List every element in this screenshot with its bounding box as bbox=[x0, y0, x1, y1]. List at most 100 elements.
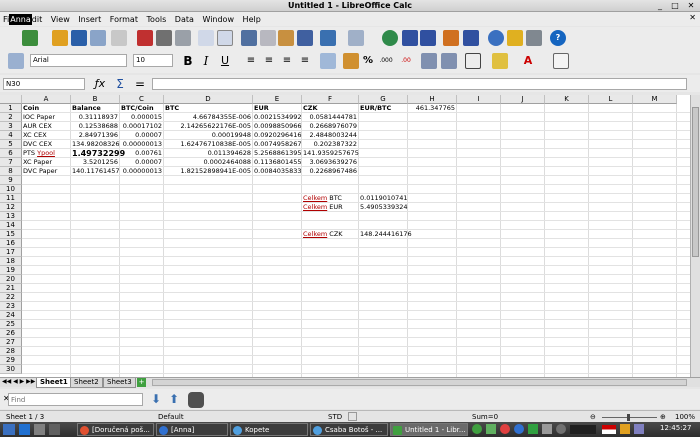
cell-f3[interactable]: 0.2668976079 bbox=[303, 122, 357, 131]
cell-a6[interactable]: PTS Ypool bbox=[23, 149, 69, 158]
horizontal-scrollbar[interactable] bbox=[152, 379, 687, 386]
cell-c1[interactable]: BTC/Coin bbox=[121, 104, 162, 113]
spreadsheet-grid[interactable]: ABCDEFGHIJKLM 1 2 3 4 5 6 7 8 9 10 11 12 13 14 15 16 17 1… bbox=[0, 95, 690, 377]
cell-d3[interactable]: 2.14265622176E-005 bbox=[165, 122, 251, 131]
hyperlink-icon[interactable] bbox=[382, 30, 398, 46]
save-icon[interactable] bbox=[71, 30, 87, 46]
row-header-16[interactable]: 16 bbox=[0, 239, 22, 248]
align-center-icon[interactable]: ≡ bbox=[261, 53, 277, 69]
edit-file-icon[interactable] bbox=[111, 30, 127, 46]
tab-nav-arrows-icon[interactable]: ◀◀ ◀ ▶ ▶▶ bbox=[2, 378, 35, 385]
cell-a3[interactable]: AUR CEX bbox=[23, 122, 69, 131]
row-header-12[interactable]: 12 bbox=[0, 203, 22, 212]
open-folder-icon[interactable] bbox=[52, 30, 68, 46]
cell-a4[interactable]: XC CEX bbox=[23, 131, 69, 140]
menu-file[interactable]: FiAnna bbox=[0, 12, 32, 25]
decrease-indent-icon[interactable] bbox=[421, 53, 437, 69]
cell-e2[interactable]: 0.0021534992 bbox=[254, 113, 302, 122]
tab-sheet2[interactable]: Sheet2 bbox=[70, 378, 103, 388]
cell-e7[interactable]: 0.1136801455 bbox=[254, 158, 302, 167]
row-header-20[interactable]: 20 bbox=[0, 275, 22, 284]
cell-b6[interactable]: 1.49732299 bbox=[72, 149, 125, 158]
print-preview-icon[interactable] bbox=[175, 30, 191, 46]
column-header-m[interactable]: M bbox=[633, 95, 677, 104]
row-header-17[interactable]: 17 bbox=[0, 248, 22, 257]
menu-format[interactable]: Format bbox=[107, 13, 141, 24]
clone-formatting-icon[interactable] bbox=[297, 30, 313, 46]
column-header-h[interactable]: H bbox=[408, 95, 457, 104]
copy-icon[interactable] bbox=[260, 30, 276, 46]
cell-d7[interactable]: 0.0002464088 bbox=[165, 158, 251, 167]
styles-icon[interactable] bbox=[8, 53, 24, 69]
cell-e4[interactable]: 0.0920296416 bbox=[254, 131, 302, 140]
find-next-icon[interactable]: ⬇ bbox=[148, 392, 164, 408]
chart-icon[interactable] bbox=[443, 30, 459, 46]
cell-a2[interactable]: IOC Paper bbox=[23, 113, 69, 122]
row-header-27[interactable]: 27 bbox=[0, 338, 22, 347]
formula-icon[interactable]: = bbox=[132, 76, 148, 92]
justify-icon[interactable]: ≡ bbox=[297, 53, 313, 69]
cell-f6[interactable]: 141.9359257675 bbox=[303, 149, 359, 158]
tray-check-icon[interactable] bbox=[528, 424, 538, 434]
cell-g1[interactable]: EUR/BTC bbox=[360, 104, 406, 113]
select-all-corner[interactable] bbox=[0, 95, 22, 104]
cell-d1[interactable]: BTC bbox=[165, 104, 251, 113]
row-header-15[interactable]: 15 bbox=[0, 230, 22, 239]
cell-d4[interactable]: 0.00019948 bbox=[165, 131, 251, 140]
function-wizard-icon[interactable]: ƒx bbox=[92, 76, 108, 92]
cell-f5[interactable]: 0.202387322 bbox=[303, 140, 357, 149]
task-kopete[interactable]: Kopete bbox=[230, 423, 308, 436]
data-sources-icon[interactable] bbox=[526, 30, 542, 46]
underline-icon[interactable]: U bbox=[217, 53, 233, 69]
cell-f11[interactable]: Celkem BTC bbox=[303, 194, 357, 203]
italic-icon[interactable]: I bbox=[198, 53, 214, 69]
cell-b1[interactable]: Balance bbox=[72, 104, 118, 113]
tray-skype-icon[interactable] bbox=[514, 424, 524, 434]
column-header-g[interactable]: G bbox=[359, 95, 408, 104]
row-header-13[interactable]: 13 bbox=[0, 212, 22, 221]
menu-window[interactable]: Window bbox=[199, 13, 237, 24]
row-header-7[interactable]: 7 bbox=[0, 158, 22, 167]
column-header-f[interactable]: F bbox=[302, 95, 359, 104]
show-desktop-icon[interactable] bbox=[19, 424, 30, 435]
row-header-21[interactable]: 21 bbox=[0, 284, 22, 293]
cell-h1[interactable]: 461.347765 bbox=[409, 104, 455, 113]
new-document-icon[interactable] bbox=[22, 30, 38, 46]
row-header-25[interactable]: 25 bbox=[0, 320, 22, 329]
close-button[interactable]: ✕ bbox=[686, 1, 696, 10]
zoom-in-icon[interactable]: ⊕ bbox=[660, 413, 666, 421]
tab-sheet1[interactable]: Sheet1 bbox=[36, 378, 72, 388]
launcher-icon[interactable] bbox=[49, 424, 60, 435]
cell-c4[interactable]: 0.00007 bbox=[121, 131, 162, 140]
menu-insert[interactable]: Insert bbox=[75, 13, 104, 24]
vertical-scroll-thumb[interactable] bbox=[692, 107, 699, 257]
cell-g12[interactable]: 5.4905339324 bbox=[360, 203, 408, 212]
spellcheck-icon[interactable] bbox=[198, 30, 214, 46]
cell-g15[interactable]: 148.244416176 bbox=[360, 230, 412, 239]
row-header-3[interactable]: 3 bbox=[0, 122, 22, 131]
zoom-out-icon[interactable]: ⊖ bbox=[590, 413, 596, 421]
column-header-k[interactable]: K bbox=[545, 95, 589, 104]
cell-b5[interactable]: 134.98208326 bbox=[72, 140, 120, 149]
column-header-a[interactable]: A bbox=[22, 95, 71, 104]
row-header-10[interactable]: 10 bbox=[0, 185, 22, 194]
cell-e8[interactable]: 0.0084035833 bbox=[254, 167, 302, 176]
menu-edit[interactable]: dit bbox=[32, 13, 45, 24]
row-header-18[interactable]: 18 bbox=[0, 257, 22, 266]
zoom-slider-thumb[interactable] bbox=[627, 414, 630, 421]
gallery-icon[interactable] bbox=[507, 30, 523, 46]
task-libreoffice[interactable]: Untitled 1 - Libr... bbox=[390, 423, 468, 436]
tray-chrome-icon[interactable] bbox=[500, 424, 510, 434]
menu-tools[interactable]: Tools bbox=[144, 13, 170, 24]
cell-f1[interactable]: CZK bbox=[303, 104, 357, 113]
column-header-e[interactable]: E bbox=[253, 95, 302, 104]
cell-d5[interactable]: 1.62476710838E-005 bbox=[165, 140, 251, 149]
tray-network-icon[interactable] bbox=[486, 424, 496, 434]
add-decimal-icon[interactable]: .000 bbox=[378, 53, 394, 69]
row-header-24[interactable]: 24 bbox=[0, 311, 22, 320]
row-header-2[interactable]: 2 bbox=[0, 113, 22, 122]
formula-input[interactable] bbox=[152, 78, 687, 90]
cell-b7[interactable]: 3.5201256 bbox=[72, 158, 118, 167]
row-header-26[interactable]: 26 bbox=[0, 329, 22, 338]
menu-help[interactable]: Help bbox=[240, 13, 264, 24]
